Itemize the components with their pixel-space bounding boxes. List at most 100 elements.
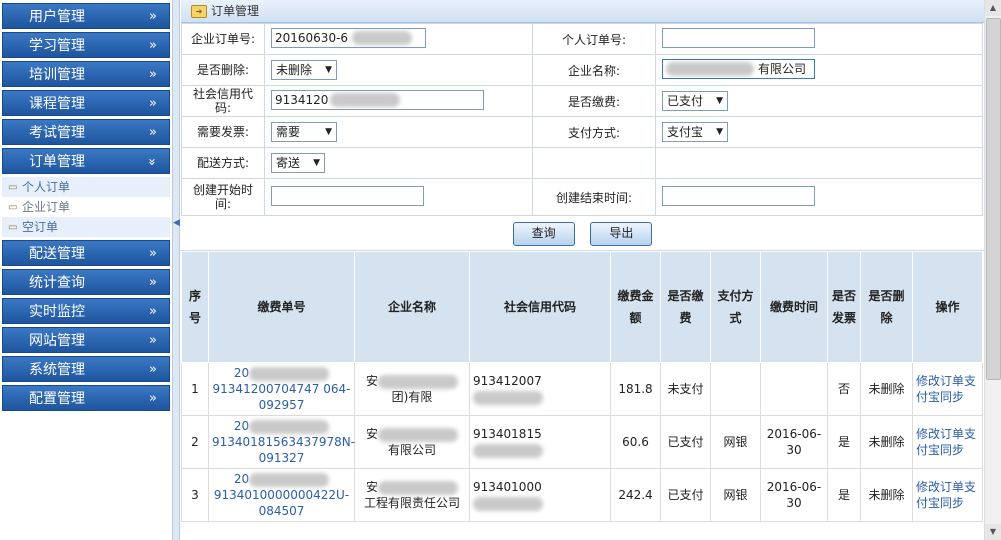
menu-label: 考试管理	[29, 125, 85, 141]
col-header: 缴费单号	[208, 251, 355, 363]
cell-credit: 913401815	[469, 415, 611, 469]
menu-delivery[interactable]: 配送管理 »	[2, 240, 170, 266]
personal-order-input[interactable]	[662, 27, 815, 48]
dropdown-arrow-icon: ▼	[325, 65, 332, 75]
order-link[interactable]: 20	[234, 472, 249, 486]
deleted-select[interactable]: 未删除 ▼	[271, 60, 337, 80]
order-link[interactable]: 20	[234, 366, 249, 380]
label-start-time: 创建开始时间:	[181, 178, 265, 216]
menu-study[interactable]: 学习管理 »	[2, 32, 170, 58]
order-link[interactable]: 91341200704747 064-	[213, 382, 351, 396]
company-text: 团)有限	[391, 390, 433, 404]
cell-paid: 已支付	[660, 415, 711, 469]
chevron-right-icon: »	[149, 9, 157, 24]
delivery-select[interactable]: 寄送 ▼	[271, 153, 325, 173]
company-text: 安	[365, 427, 378, 441]
folder-arrow-icon: ➜	[191, 5, 207, 18]
select-value: 未删除	[276, 63, 313, 77]
cell-deleted: 未删除	[860, 362, 913, 416]
chevron-right-icon: »	[149, 246, 157, 261]
sidebar-splitter[interactable]: ◀	[172, 0, 180, 540]
chevron-right-icon: »	[149, 391, 157, 406]
order-link[interactable]: 084507	[259, 504, 305, 518]
scroll-down-icon[interactable]: ▼	[985, 524, 1001, 540]
menu-order[interactable]: 订单管理 »	[2, 148, 170, 174]
cell	[264, 178, 533, 216]
order-link[interactable]: 092957	[259, 398, 305, 412]
chevron-down-icon: »	[144, 158, 160, 166]
cell-credit: 913412007	[469, 362, 611, 416]
cell-order-no[interactable]: 20 91340181563437978N- 091327	[208, 415, 355, 469]
cell-time: 2016-06-30	[760, 468, 828, 522]
cell-amount: 181.8	[610, 362, 661, 416]
menu-exam[interactable]: 考试管理 »	[2, 119, 170, 145]
cell-method: 网银	[710, 468, 761, 522]
label-invoice: 需要发票:	[181, 116, 265, 148]
invoice-select[interactable]: 需要 ▼	[271, 122, 337, 142]
cell-order-no[interactable]: 20 9134010000000422U- 084507	[208, 468, 355, 522]
label-company: 企业名称:	[532, 54, 656, 86]
label-enterprise-order: 企业订单号:	[181, 23, 265, 55]
menu-label: 实时监控	[29, 304, 85, 320]
label-paid: 是否缴费:	[532, 85, 656, 117]
menu-monitor[interactable]: 实时监控 »	[2, 298, 170, 324]
cell-no: 2	[181, 415, 209, 469]
subitem-personal-order[interactable]: ▭ 个人订单	[2, 177, 170, 197]
cell-invoice: 是	[827, 468, 861, 522]
subitem-empty-order[interactable]: ▭ 空订单	[2, 217, 170, 237]
cell-credit: 913401000	[469, 468, 611, 522]
cell-time	[760, 362, 828, 416]
menu-user[interactable]: 用户管理 »	[2, 3, 170, 29]
start-time-input[interactable]	[271, 185, 424, 206]
sidebar: 用户管理 » 学习管理 » 培训管理 » 课程管理 » 考试管理 » 订单管理 » ▭ 个人订…	[0, 0, 172, 540]
redacted	[352, 31, 413, 45]
vertical-scrollbar[interactable]: ▲ ▼	[984, 0, 1001, 540]
menu-training[interactable]: 培训管理 »	[2, 61, 170, 87]
menu-course[interactable]: 课程管理 »	[2, 90, 170, 116]
company-input[interactable]: 有限公司	[662, 58, 815, 79]
menu-config[interactable]: 配置管理 »	[2, 385, 170, 411]
order-link[interactable]: 091327	[259, 451, 305, 465]
cell-operations[interactable]: 修改订单支付宝同步	[912, 415, 983, 469]
cell-operations[interactable]: 修改订单支付宝同步	[912, 468, 983, 522]
cell: 有限公司	[655, 54, 983, 86]
main-panel: ➜ 订单管理 企业订单号: 20160630-6 个人订单号: 是否删除: 未删…	[181, 0, 984, 540]
enterprise-order-input[interactable]: 20160630-6	[271, 27, 426, 48]
export-button[interactable]: 导出	[590, 222, 653, 246]
end-time-input[interactable]	[662, 185, 815, 206]
menu-stats[interactable]: 统计查询 »	[2, 269, 170, 295]
col-header: 支付方式	[710, 251, 761, 363]
order-link[interactable]: 91340181563437978N-	[212, 435, 355, 449]
credit-input[interactable]: 9134120	[271, 89, 484, 110]
cell-company: 安团)有限	[354, 362, 470, 416]
input-value: 有限公司	[758, 61, 807, 76]
menu-label: 课程管理	[29, 96, 85, 112]
col-header: 缴费金额	[610, 251, 661, 363]
table-row: 3 20 9134010000000422U- 084507 安工程有限责任公司 9…	[181, 468, 983, 522]
cell-operations[interactable]: 修改订单支付宝同步	[912, 362, 983, 416]
col-header: 操作	[912, 251, 983, 363]
cell-order-no[interactable]: 20 91341200704747 064- 092957	[208, 362, 355, 416]
menu-system[interactable]: 系统管理 »	[2, 356, 170, 382]
query-button[interactable]: 查询	[512, 222, 575, 246]
menu-label: 网站管理	[29, 333, 85, 349]
paid-select[interactable]: 已支付 ▼	[662, 91, 728, 111]
paymethod-select[interactable]: 支付宝 ▼	[662, 122, 728, 142]
scroll-thumb[interactable]	[986, 18, 1001, 380]
chevron-right-icon: »	[149, 67, 157, 82]
table-row: 1 20 91341200704747 064- 092957 安团)有限 9134…	[181, 362, 983, 416]
subitem-enterprise-order[interactable]: ▭ 企业订单	[2, 197, 170, 217]
order-link[interactable]: 20	[234, 419, 249, 433]
subitem-label: 个人订单	[22, 180, 71, 194]
credit-text: 913401815	[473, 427, 542, 441]
scroll-up-icon[interactable]: ▲	[985, 0, 1001, 16]
redacted	[378, 480, 458, 495]
menu-website[interactable]: 网站管理 »	[2, 327, 170, 353]
collapse-arrow-icon[interactable]: ◀	[173, 218, 180, 228]
order-submenu: ▭ 个人订单 ▭ 企业订单 ▭ 空订单	[2, 177, 170, 237]
chevron-right-icon: »	[149, 125, 157, 140]
order-link[interactable]: 9134010000000422U-	[214, 488, 349, 502]
company-text: 安	[365, 480, 378, 494]
cell: 20160630-6	[264, 23, 533, 55]
cell	[532, 147, 656, 179]
